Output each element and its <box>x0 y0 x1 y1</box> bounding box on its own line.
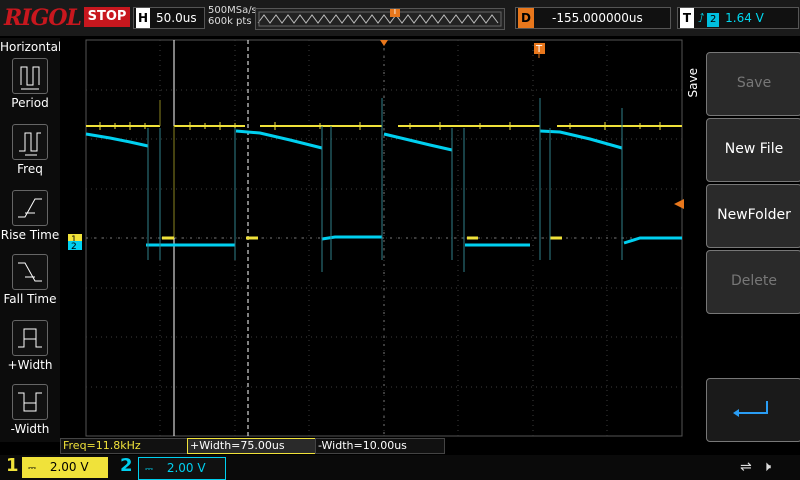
acquisition-info: 500MSa/s 600k pts <box>208 5 257 27</box>
measure-rise-time-label: Rise Time <box>0 228 60 242</box>
brand-logo: RIGOL <box>4 5 82 31</box>
freq-icon <box>12 124 48 160</box>
save-button-label: Save <box>736 75 772 91</box>
measure-pos-width-label: +Width <box>7 358 53 372</box>
ch1-number: 1 <box>6 455 19 476</box>
memory-overview-waveform <box>257 11 502 27</box>
dc-coupling-icon: ⎓ <box>145 464 153 475</box>
delay-label: D <box>518 8 534 28</box>
dc-coupling-icon: ⎓ <box>28 463 36 474</box>
trigger-level-marker-icon <box>674 199 684 209</box>
return-arrow-icon <box>733 401 768 417</box>
waveform-display[interactable]: 1 2 T <box>60 38 684 437</box>
usb-icon: ⇌ <box>740 459 752 475</box>
waveform-svg: 1 2 T <box>68 39 684 437</box>
measure-period[interactable]: Period <box>0 58 60 120</box>
run-stop-status[interactable]: STOP <box>84 7 130 27</box>
ch2-marker-label: 2 <box>71 242 77 252</box>
ch1-scale: 2.00 V <box>49 460 89 474</box>
new-file-button-label: New File <box>724 141 784 157</box>
measure-freq[interactable]: Freq <box>0 124 60 186</box>
trigger-source: 2 <box>707 13 720 27</box>
top-status-bar: RIGOL STOP H 50.0us 500MSa/s 600k pts T D… <box>0 0 800 36</box>
measure-freq-label: Freq <box>17 162 43 176</box>
trigger-pos-label: T <box>535 44 543 55</box>
measurement-results: Freq=11.8kHz +Width=75.00us -Width=10.00… <box>60 437 460 454</box>
delay-readout[interactable]: D -155.000000us <box>515 7 671 29</box>
measure-neg-width[interactable]: -Width <box>0 384 60 446</box>
ch2-trace <box>85 129 682 247</box>
ch2-scale: 2.00 V <box>166 461 206 475</box>
trigger-pos-marker: T <box>534 43 545 58</box>
channel-status-bar: 1 ⎓ 2.00 V 2 ⎓ 2.00 V ⇌ 🕨 <box>0 455 800 480</box>
ch2-scale-box[interactable]: ⎓ 2.00 V <box>138 457 226 480</box>
timebase-label: H <box>136 8 150 28</box>
memory-overview-strip[interactable]: T <box>255 8 505 30</box>
rising-edge-icon: ⭜ <box>698 11 705 25</box>
speaker-icon[interactable]: 🕨 <box>762 459 771 475</box>
timebase-value: 50.0us <box>156 11 197 25</box>
delete-button[interactable]: Delete <box>706 250 800 314</box>
new-folder-button-label: NewFolder <box>717 207 791 223</box>
trigger-label: T <box>680 8 694 28</box>
trigger-position-marker: T <box>390 9 400 17</box>
ch1-scale-box[interactable]: ⎓ 2.00 V <box>22 457 108 478</box>
ch2-number: 2 <box>120 455 133 476</box>
period-icon <box>12 58 48 94</box>
measure-fall-time[interactable]: Fall Time <box>0 254 60 316</box>
save-button[interactable]: Save <box>706 52 800 116</box>
measure-rise-time[interactable]: Rise Time <box>0 190 60 252</box>
measure-fall-time-label: Fall Time <box>3 292 57 306</box>
back-button[interactable] <box>706 378 800 442</box>
pos-width-icon <box>12 320 48 356</box>
sample-rate: 500MSa/s <box>208 5 257 16</box>
measurement-neg-width[interactable]: -Width=10.00us <box>315 438 445 454</box>
new-file-button[interactable]: New File <box>706 118 800 182</box>
measure-menu: Horizontal Period Freq Rise Time Fall Ti… <box>0 38 62 442</box>
save-menu-title: Save <box>686 68 700 98</box>
trigger-level: 1.64 V <box>725 11 764 25</box>
measure-neg-width-label: -Width <box>10 422 50 436</box>
timebase-readout[interactable]: H 50.0us <box>133 7 205 29</box>
trigger-time-marker-icon <box>380 40 388 46</box>
delay-value: -155.000000us <box>552 11 643 25</box>
measure-pos-width[interactable]: +Width <box>0 320 60 382</box>
rise-time-icon <box>12 190 48 226</box>
delete-button-label: Delete <box>731 273 777 289</box>
center-axis <box>86 40 682 436</box>
ch2-ground-marker: 2 <box>68 241 82 252</box>
neg-width-icon <box>12 384 48 420</box>
measurement-pos-width[interactable]: +Width=75.00us <box>187 438 317 454</box>
measurement-freq[interactable]: Freq=11.8kHz <box>60 438 190 454</box>
fall-time-icon <box>12 254 48 290</box>
new-folder-button[interactable]: NewFolder <box>706 184 800 248</box>
save-menu: Save Save New File NewFolder Delete <box>686 38 800 442</box>
measure-period-label: Period <box>11 96 49 110</box>
memory-depth: 600k pts <box>208 16 252 27</box>
trigger-readout[interactable]: T ⭜ 2 1.64 V <box>677 7 799 29</box>
status-icons: ⇌ 🕨 <box>740 459 771 475</box>
measure-menu-title: Horizontal <box>0 40 62 54</box>
